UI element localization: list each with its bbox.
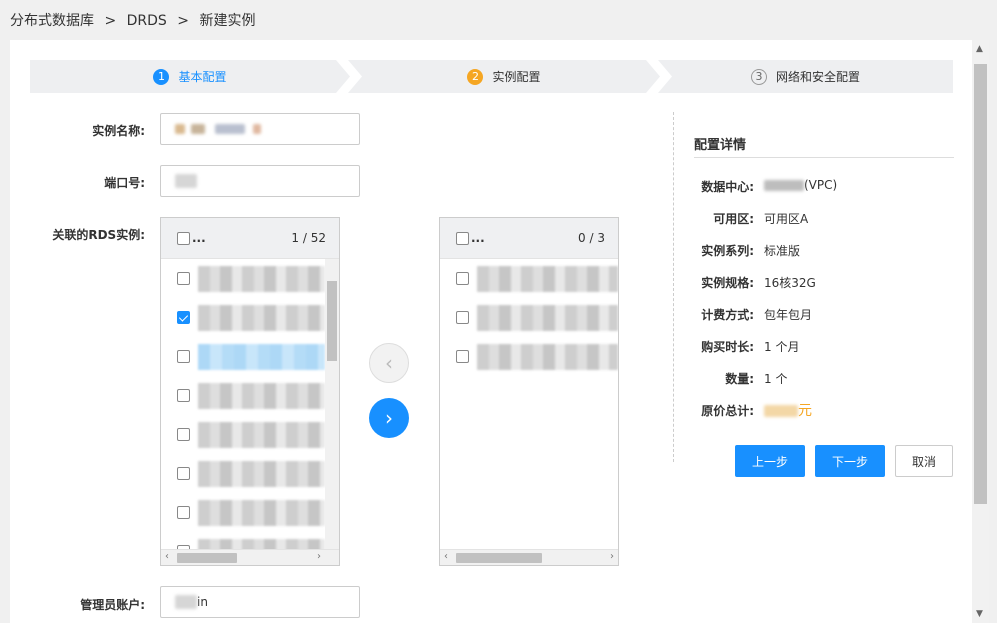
- summary-value: 可用区A: [764, 212, 809, 226]
- summary-value: 1 个月: [764, 340, 800, 354]
- admin-account-label: 管理员账户:: [80, 598, 145, 612]
- breadcrumb-current: 新建实例: [199, 13, 256, 29]
- step-label: 基本配置: [178, 70, 227, 84]
- list-item[interactable]: [161, 337, 339, 376]
- summary-value: 标准版: [764, 244, 801, 258]
- step-number: 1: [153, 68, 170, 85]
- selected-count: 1 / 52: [291, 231, 326, 245]
- summary-row-zone: 可用区: 可用区A: [674, 210, 954, 227]
- move-left-button[interactable]: ‹: [369, 343, 409, 383]
- summary-row-series: 实例系列: 标准版: [674, 242, 954, 259]
- move-right-button[interactable]: ›: [369, 398, 409, 438]
- item-checkbox[interactable]: [456, 350, 469, 363]
- step-instance-config: 2 实例配置: [348, 60, 660, 93]
- select-all-checkbox[interactable]: [177, 231, 190, 245]
- item-checkbox[interactable]: [177, 272, 190, 285]
- list-item[interactable]: [161, 493, 339, 532]
- list-item[interactable]: [440, 259, 618, 298]
- breadcrumb: 分布式数据库 > DRDS > 新建实例: [10, 10, 261, 30]
- breadcrumb-separator: >: [177, 13, 190, 29]
- horizontal-scrollbar[interactable]: ‹ ›: [440, 549, 618, 565]
- summary-row-billing: 计费方式: 包年包月: [674, 306, 954, 323]
- scroll-left-icon[interactable]: ‹: [444, 551, 448, 562]
- transfer-target-list: ... 0 / 3 ‹ ›: [439, 217, 619, 566]
- admin-account-input[interactable]: in: [160, 586, 360, 618]
- step-number: 3: [750, 68, 767, 85]
- list-item[interactable]: [161, 454, 339, 493]
- item-checkbox[interactable]: [177, 428, 190, 441]
- transfer-source-list: ... 1 / 52 ‹ ›: [160, 217, 340, 566]
- transfer-target-header: ... 0 / 3: [440, 218, 618, 259]
- item-checkbox[interactable]: [177, 389, 190, 402]
- step-network-security: 3 网络和安全配置: [658, 60, 953, 93]
- summary-key: 原价总计:: [701, 404, 754, 418]
- summary-key: 计费方式:: [701, 308, 754, 322]
- list-item[interactable]: [161, 376, 339, 415]
- item-checkbox[interactable]: [456, 272, 469, 285]
- scroll-up-icon[interactable]: ▲: [976, 44, 983, 54]
- summary-value: (VPC): [764, 178, 837, 195]
- cancel-button[interactable]: 取消: [895, 445, 953, 477]
- summary-key: 可用区:: [713, 212, 754, 226]
- breadcrumb-root[interactable]: 分布式数据库: [10, 13, 94, 29]
- item-checkbox[interactable]: [177, 350, 190, 363]
- item-checkbox[interactable]: [177, 506, 190, 519]
- next-step-button[interactable]: 下一步: [815, 445, 885, 477]
- step-label: 网络和安全配置: [775, 70, 860, 84]
- item-checkbox[interactable]: [177, 467, 190, 480]
- port-input[interactable]: [160, 165, 360, 197]
- summary-row-total: 原价总计: 元: [674, 400, 954, 420]
- summary-value: 1 个: [764, 372, 788, 386]
- scroll-down-icon[interactable]: ▼: [976, 609, 983, 619]
- instance-name-label: 实例名称:: [92, 124, 145, 138]
- step-basic-config: 1 基本配置: [30, 60, 350, 93]
- summary-key: 数量:: [725, 372, 754, 386]
- selected-count: 0 / 3: [578, 231, 605, 245]
- breadcrumb-separator: >: [104, 13, 117, 29]
- summary-key: 实例系列:: [701, 244, 754, 258]
- list-item[interactable]: [161, 415, 339, 454]
- prev-step-button[interactable]: 上一步: [735, 445, 805, 477]
- page-scrollbar[interactable]: ▲ ▼: [972, 40, 989, 623]
- summary-key: 实例规格:: [701, 276, 754, 290]
- step-indicator: 1 基本配置 2 实例配置 3 网络和安全配置: [30, 60, 953, 93]
- select-all-label: ...: [192, 231, 206, 245]
- summary-value: 16核32G: [764, 276, 816, 290]
- summary-title: 配置详情: [694, 138, 747, 153]
- summary-key: 数据中心:: [701, 180, 754, 194]
- scroll-right-icon[interactable]: ›: [610, 551, 614, 562]
- summary-value: 包年包月: [764, 308, 813, 322]
- transfer-source-header: ... 1 / 52: [161, 218, 339, 259]
- create-instance-panel: 1 基本配置 2 实例配置 3 网络和安全配置 实例名称: 端口号: 关联的RD…: [10, 40, 972, 623]
- port-label: 端口号:: [104, 176, 145, 190]
- scrollbar-thumb[interactable]: [974, 64, 987, 504]
- summary-key: 购买时长:: [701, 340, 754, 354]
- list-item[interactable]: [161, 259, 339, 298]
- breadcrumb-drds[interactable]: DRDS: [127, 13, 167, 29]
- select-all-label: ...: [471, 231, 485, 245]
- summary-row-datacenter: 数据中心: (VPC): [674, 178, 954, 195]
- summary-price: 元: [764, 400, 812, 420]
- admin-account-value: in: [197, 595, 208, 609]
- summary-row-duration: 购买时长: 1 个月: [674, 338, 954, 355]
- vertical-scrollbar[interactable]: [325, 259, 339, 549]
- step-label: 实例配置: [492, 70, 541, 84]
- list-item[interactable]: [440, 298, 618, 337]
- instance-name-input[interactable]: [160, 113, 360, 145]
- scroll-left-icon[interactable]: ‹: [165, 551, 169, 562]
- select-all-checkbox[interactable]: [456, 231, 469, 245]
- list-item[interactable]: [161, 298, 339, 337]
- chevron-left-icon: ‹: [385, 351, 393, 375]
- item-checkbox[interactable]: [177, 311, 190, 324]
- summary-row-quantity: 数量: 1 个: [674, 370, 954, 387]
- config-summary: 配置详情 数据中心: (VPC) 可用区: 可用区A 实例系列: 标准版 实例规…: [673, 112, 954, 462]
- horizontal-scrollbar[interactable]: ‹ ›: [161, 549, 339, 565]
- rds-instance-label: 关联的RDS实例:: [52, 228, 145, 242]
- chevron-right-icon: ›: [385, 406, 393, 430]
- list-item[interactable]: [440, 337, 618, 376]
- item-checkbox[interactable]: [456, 311, 469, 324]
- summary-row-spec: 实例规格: 16核32G: [674, 274, 954, 291]
- scroll-right-icon[interactable]: ›: [317, 551, 321, 562]
- step-number: 2: [467, 68, 484, 85]
